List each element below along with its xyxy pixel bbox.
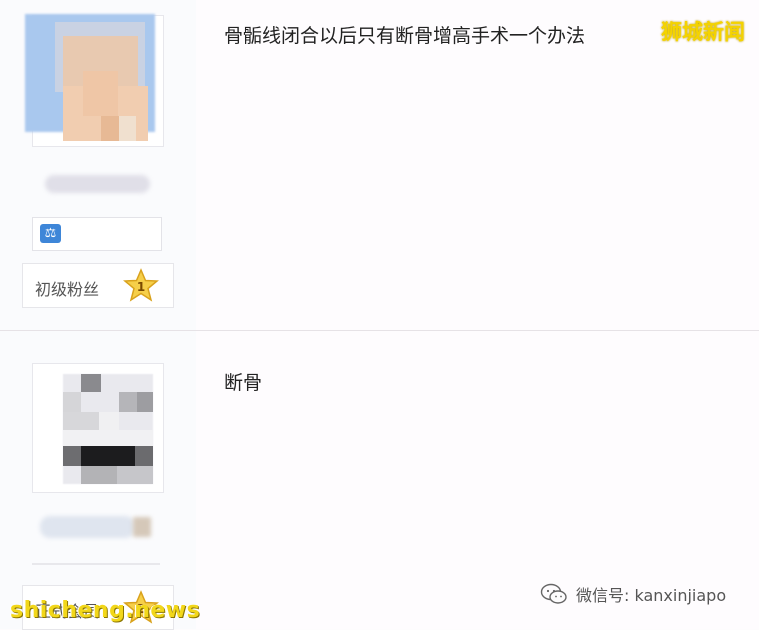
username[interactable] xyxy=(40,516,135,538)
username-tag xyxy=(133,517,151,537)
site-watermark: shicheng.news xyxy=(10,598,201,623)
post-text: 骨骺线闭合以后只有断骨增高手术一个办法 xyxy=(224,25,586,47)
avatar[interactable] xyxy=(25,14,164,147)
wechat-id: 微信号: kanxinjiapo xyxy=(540,581,726,607)
post-1: ⚖ 初级粉丝 1 骨骺线闭合以后只有断骨增高手术一个办法 狮城新闻 xyxy=(0,0,759,330)
rank-box-edge xyxy=(32,563,160,565)
scale-icon: ⚖ xyxy=(40,224,61,243)
post-text: 断骨 xyxy=(224,372,263,394)
wechat-icon xyxy=(540,583,567,604)
post-2: 正式会员 2 断骨 微信号: kanxinjiapo xyxy=(0,331,759,630)
star-icon: 1 xyxy=(123,268,159,302)
user-sidebar: 正式会员 2 xyxy=(0,331,196,630)
fan-level-label: 初级粉丝 xyxy=(35,280,100,299)
user-sidebar: ⚖ 初级粉丝 1 xyxy=(0,0,196,330)
wechat-label: 微信号: kanxinjiapo xyxy=(576,586,727,605)
avatar[interactable] xyxy=(32,363,164,493)
user-rank-box: ⚖ xyxy=(32,217,162,251)
source-tag: 狮城新闻 xyxy=(661,20,745,44)
post-content: 骨骺线闭合以后只有断骨增高手术一个办法 狮城新闻 xyxy=(196,0,759,330)
fan-level-badge: 初级粉丝 1 xyxy=(22,263,174,308)
star-level: 1 xyxy=(137,280,145,294)
username[interactable] xyxy=(45,175,150,193)
